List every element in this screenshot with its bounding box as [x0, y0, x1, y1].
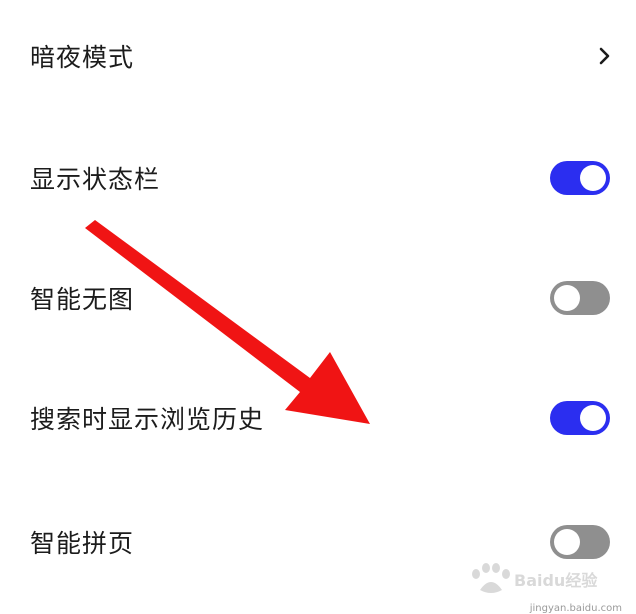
setting-row-show-history-on-search: 搜索时显示浏览历史	[0, 378, 636, 458]
toggle-knob	[580, 165, 606, 191]
watermark-url: jingyan.baidu.com	[529, 603, 622, 614]
show-history-on-search-label: 搜索时显示浏览历史	[30, 405, 265, 434]
smart-page-join-label: 智能拼页	[30, 529, 135, 558]
dark-mode-label: 暗夜模式	[30, 43, 135, 72]
setting-row-show-status-bar: 显示状态栏	[0, 138, 636, 218]
watermark-brand: Baidu经验	[514, 571, 598, 590]
smart-no-image-label: 智能无图	[30, 285, 135, 314]
smart-no-image-toggle[interactable]	[550, 281, 610, 315]
show-status-bar-label: 显示状态栏	[30, 165, 161, 194]
chevron-right-icon	[599, 47, 610, 65]
settings-list: 暗夜模式 显示状态栏 智能无图 搜索时显示浏览历史 智能拼页	[0, 0, 636, 614]
baidu-jingyan-watermark-icon: Baidu经验	[472, 563, 598, 593]
setting-row-smart-no-image: 智能无图	[0, 258, 636, 338]
toggle-knob	[580, 405, 606, 431]
toggle-knob	[554, 285, 580, 311]
show-status-bar-toggle[interactable]	[550, 161, 610, 195]
show-history-on-search-toggle[interactable]	[550, 401, 610, 435]
setting-row-dark-mode[interactable]: 暗夜模式	[0, 16, 636, 96]
